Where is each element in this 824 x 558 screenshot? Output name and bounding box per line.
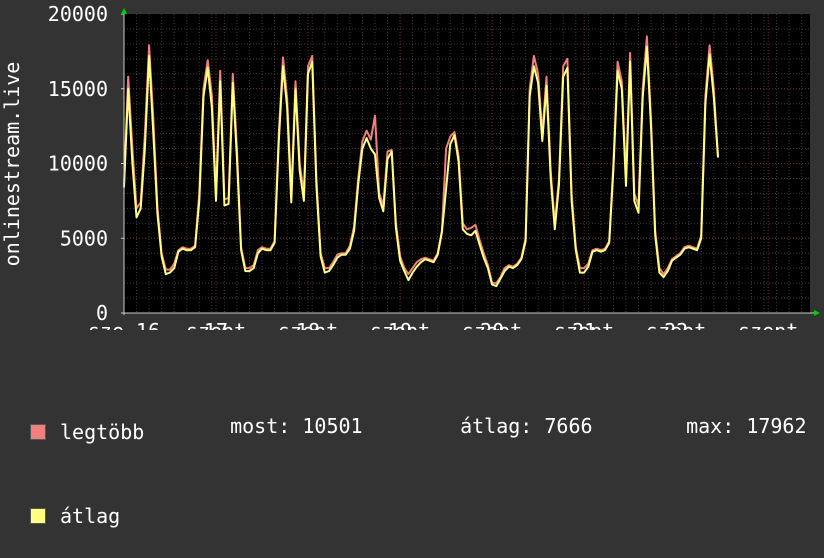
stat-average-label: átlag: (460, 414, 533, 438)
x-tick-label: 19 (388, 319, 412, 330)
stat-current: most: 10501 (206, 390, 363, 438)
stat-average: átlag: 7666 (436, 390, 593, 438)
legend-label-max: legtöbb (60, 420, 145, 444)
stat-current-value: 10501 (302, 414, 363, 438)
legend-item-avg: átlag (30, 502, 144, 530)
x-tick-label: 17 (204, 319, 228, 330)
x-tick-label: 22 (664, 319, 688, 330)
x-axis-arrow (814, 310, 820, 316)
y-ticks: 05000100001500020000 (48, 2, 124, 325)
legend-swatch-avg (30, 508, 46, 524)
legend-label-avg: átlag (60, 504, 121, 528)
stat-maximum: max: 17962 (662, 390, 807, 438)
chart: 05000100001500020000 sze 16szept17szept1… (0, 2, 820, 330)
stat-current-label: most: (230, 414, 291, 438)
x-ticks: sze 16szept17szept18szept19szept20szept2… (88, 319, 798, 330)
x-tick-label: sze 16 (88, 319, 160, 330)
y-axis-arrow (121, 8, 127, 14)
legend-swatch-max (30, 424, 46, 440)
x-tick-label: szept (738, 319, 798, 330)
x-tick-label: 18 (296, 319, 320, 330)
legend-item-max: legtöbb (30, 418, 144, 446)
y-tick-label: 20000 (48, 2, 108, 26)
y-tick-label: 10000 (48, 152, 108, 176)
stat-average-value: 7666 (544, 414, 593, 438)
y-tick-label: 15000 (48, 77, 108, 101)
x-tick-label: 20 (480, 319, 504, 330)
stat-maximum-value: 17962 (746, 414, 807, 438)
y-tick-label: 5000 (60, 226, 108, 250)
y-axis-label: onlinestream.live (0, 62, 24, 267)
x-tick-label: 21 (572, 319, 596, 330)
stat-maximum-label: max: (686, 414, 735, 438)
legend: legtöbb átlag (30, 362, 144, 558)
